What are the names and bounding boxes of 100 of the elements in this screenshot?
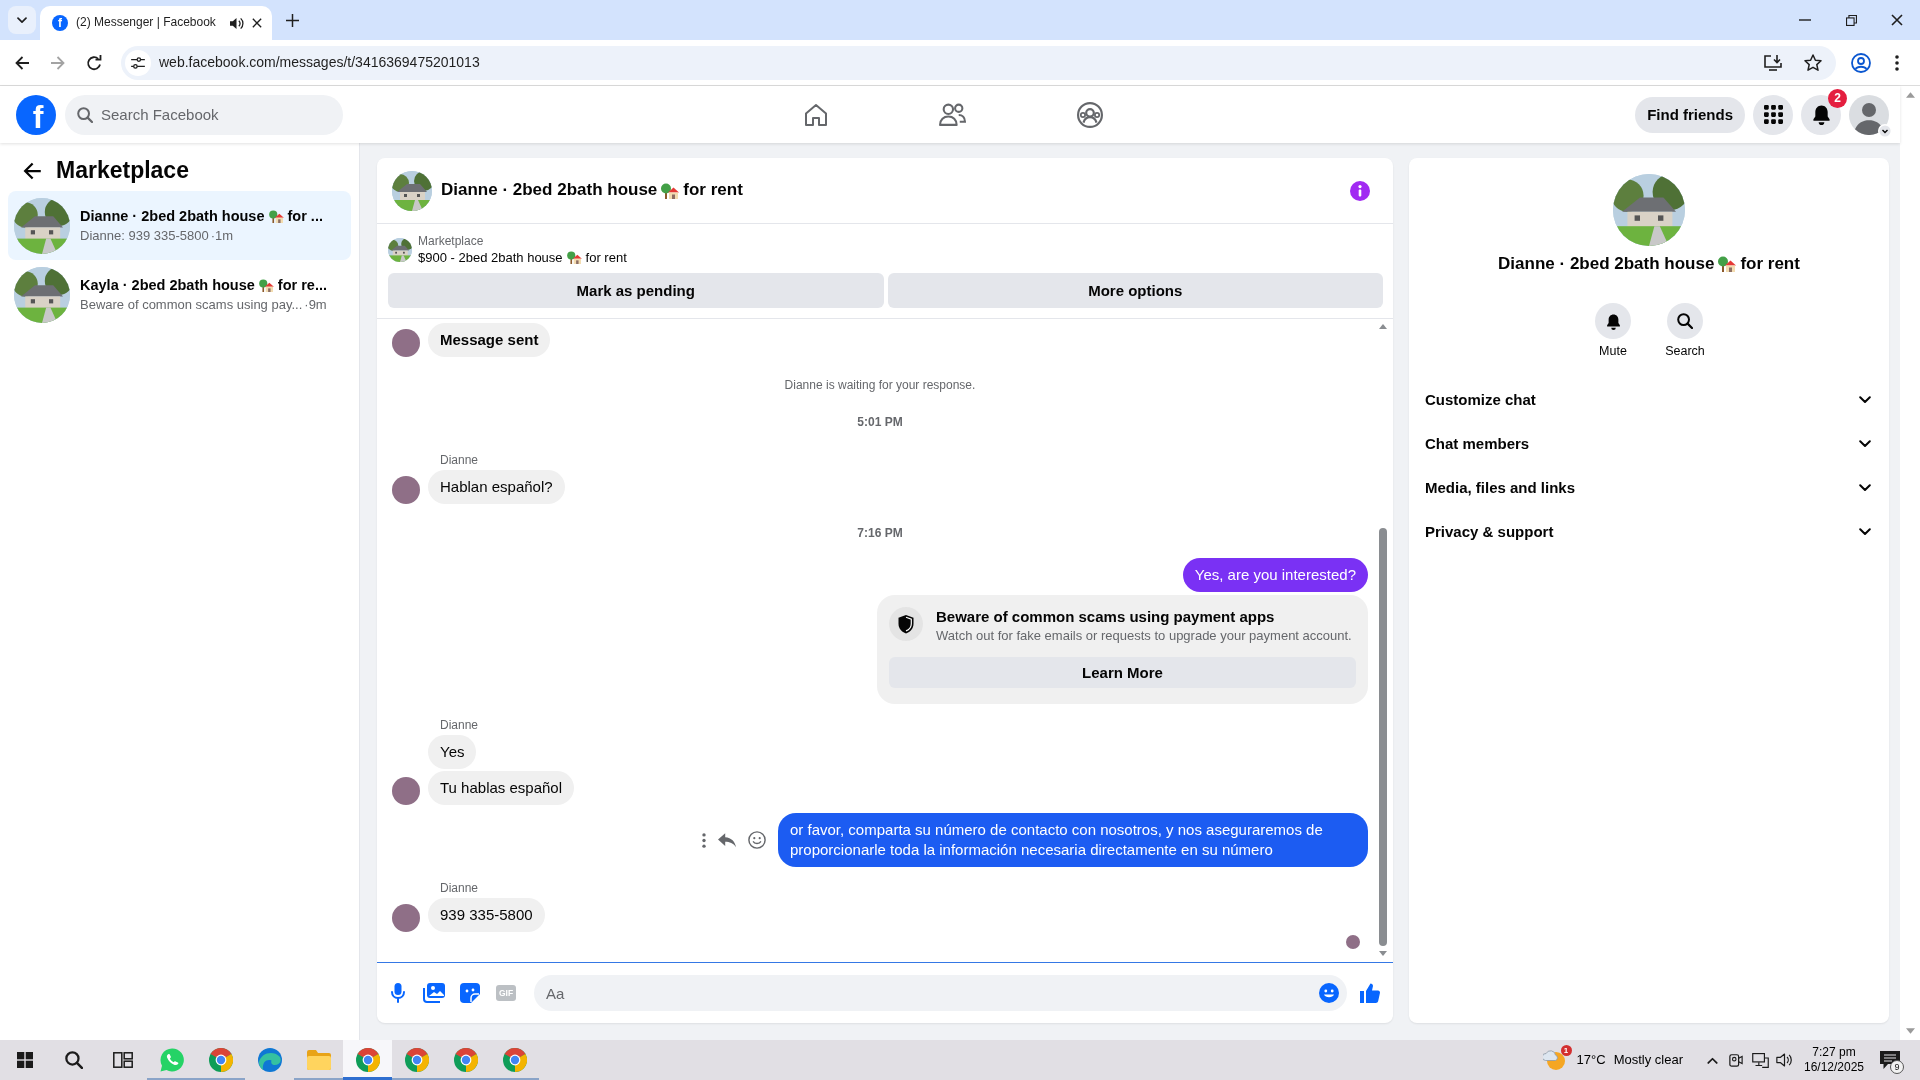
section-row[interactable]: Privacy & support [1417, 510, 1881, 554]
notifications-button[interactable] [1801, 94, 1841, 135]
search-button[interactable] [1667, 303, 1703, 339]
folder-icon [306, 1050, 331, 1070]
find-friends-button[interactable]: Find friends [1635, 96, 1745, 133]
chevron-up-icon[interactable] [1706, 1056, 1718, 1064]
notification-count: 2 [1828, 88, 1847, 108]
photo-placeholder [392, 170, 432, 211]
action-button[interactable]: Mark as pending [388, 273, 884, 308]
site-logo[interactable]: f [16, 94, 56, 135]
install-icon[interactable] [1764, 54, 1782, 71]
chevron-icon[interactable] [1878, 123, 1892, 138]
scroll-up-icon[interactable] [1379, 324, 1387, 329]
section-row[interactable]: Customize chat [1417, 378, 1881, 422]
apps-button[interactable] [1753, 94, 1793, 135]
back-arrow-icon[interactable] [22, 161, 42, 181]
sender-name: Dianne [440, 880, 479, 896]
message-bubble: 939 335-5800 [428, 898, 545, 932]
browser-tab[interactable]: f (2) Messenger | Facebook [40, 6, 272, 40]
chat-title: Dianne · 2bed 2bath house [441, 179, 658, 202]
thumbs-up-icon[interactable] [1360, 983, 1380, 1003]
back-arrow-icon[interactable] [14, 54, 30, 71]
listing-title: for rent [585, 249, 627, 266]
message-bubble: Tu hablas español [428, 771, 575, 805]
section-row[interactable]: Chat members [1417, 422, 1881, 466]
reply-icon[interactable] [718, 832, 736, 848]
info-icon[interactable] [1350, 180, 1370, 201]
message-preview: Beware of common scams using pay... [80, 297, 303, 314]
windows-logo-icon[interactable] [16, 1052, 33, 1068]
sliders-icon [131, 56, 145, 69]
message-bubble: Yes [428, 735, 477, 769]
section-row[interactable]: Media, files and links [1417, 466, 1881, 510]
close-icon[interactable] [252, 18, 262, 28]
timestamp: 7:16 PM [857, 526, 903, 540]
address-bar[interactable]: web.facebook.com/messages/t/3416369475201013 [121, 45, 1836, 80]
reload-icon[interactable] [86, 54, 102, 71]
network-icon[interactable] [1751, 1052, 1769, 1068]
browser-icon [208, 1048, 233, 1072]
more-icon[interactable] [1895, 54, 1899, 71]
url-text: web.facebook.com/messages/t/3416369475201013 [159, 53, 481, 72]
friends-icon[interactable] [939, 103, 966, 126]
image-icon[interactable] [423, 983, 445, 1003]
mic-icon[interactable] [391, 983, 405, 1003]
search-field[interactable]: Search Facebook [65, 94, 343, 135]
camera-icon[interactable] [1729, 1052, 1743, 1068]
clock-time: 7:27 pm [1811, 1045, 1857, 1060]
conversation-item[interactable]: Kayla · 2bed 2bath house for re... Beware of common scams using pay...·9m [8, 260, 351, 329]
chat-title: for rent [683, 179, 743, 202]
taskbar-app-button[interactable] [343, 1040, 392, 1080]
home-icon[interactable] [803, 102, 828, 127]
chevron-down-icon [17, 16, 27, 24]
temperature-text: 17°C [1576, 1051, 1606, 1069]
search-icon [77, 106, 93, 123]
weather-condition: Mostly clear [1613, 1051, 1683, 1069]
grid-icon [1763, 105, 1783, 124]
browser-icon [453, 1048, 478, 1072]
message-preview: Dianne: 939 335-5800 [80, 228, 209, 245]
profile-avatar-icon[interactable] [1849, 94, 1889, 135]
plus-icon[interactable] [285, 13, 299, 27]
search-icon[interactable] [64, 1051, 83, 1069]
conversation-item[interactable]: Dianne · 2bed 2bath house for ... Dianne: 939 335-5800·1m [8, 191, 351, 260]
message-bubble: Message sent [428, 323, 551, 357]
close-icon[interactable] [1891, 14, 1903, 26]
scrollbar-thumb[interactable] [1379, 528, 1387, 946]
tab-favicon: f [52, 15, 68, 31]
listing-title: $900 - 2bed 2bath house [418, 249, 563, 266]
swirl-browser-icon [257, 1048, 282, 1072]
profile-icon[interactable] [1851, 52, 1871, 73]
message-field[interactable]: Aa [534, 975, 1347, 1011]
notification-count: 9 [1890, 1060, 1904, 1074]
timestamp: 5:01 PM [857, 415, 903, 429]
search-icon [1677, 313, 1693, 329]
house-icon [268, 209, 284, 223]
tab-list-button[interactable] [8, 6, 36, 34]
scroll-up-icon[interactable] [1905, 92, 1915, 98]
shield-icon [889, 607, 923, 641]
scroll-down-icon[interactable] [1379, 951, 1387, 956]
smiley-icon[interactable] [748, 831, 766, 849]
volume-icon[interactable] [1775, 1053, 1793, 1067]
learn-more-button[interactable]: Learn More [889, 657, 1356, 688]
house-icon [258, 278, 274, 292]
emoji-icon[interactable] [1319, 983, 1339, 1003]
action-button[interactable]: More options [887, 273, 1383, 308]
conversation-title: for ... [287, 207, 323, 227]
house-icon [1718, 256, 1737, 272]
scroll-down-icon[interactable] [1905, 1028, 1915, 1034]
mute-button[interactable] [1595, 303, 1631, 339]
site-info-button[interactable] [125, 49, 151, 76]
restore-icon[interactable] [1845, 14, 1857, 26]
message-time: ·9m [304, 297, 327, 314]
browser-icon [355, 1048, 380, 1072]
groups-icon[interactable] [1076, 101, 1103, 128]
warning-title: Beware of common scams using payment apps [936, 607, 1276, 627]
message-bubble: Hablan español? [428, 470, 565, 504]
star-icon[interactable] [1804, 54, 1822, 71]
conversation-title: Kayla · 2bed 2bath house [80, 276, 255, 296]
task-view-icon[interactable] [112, 1052, 133, 1068]
speaker-icon[interactable] [229, 16, 244, 30]
tab-title: (2) Messenger | Facebook [76, 15, 217, 31]
sticker-icon[interactable] [460, 983, 480, 1003]
